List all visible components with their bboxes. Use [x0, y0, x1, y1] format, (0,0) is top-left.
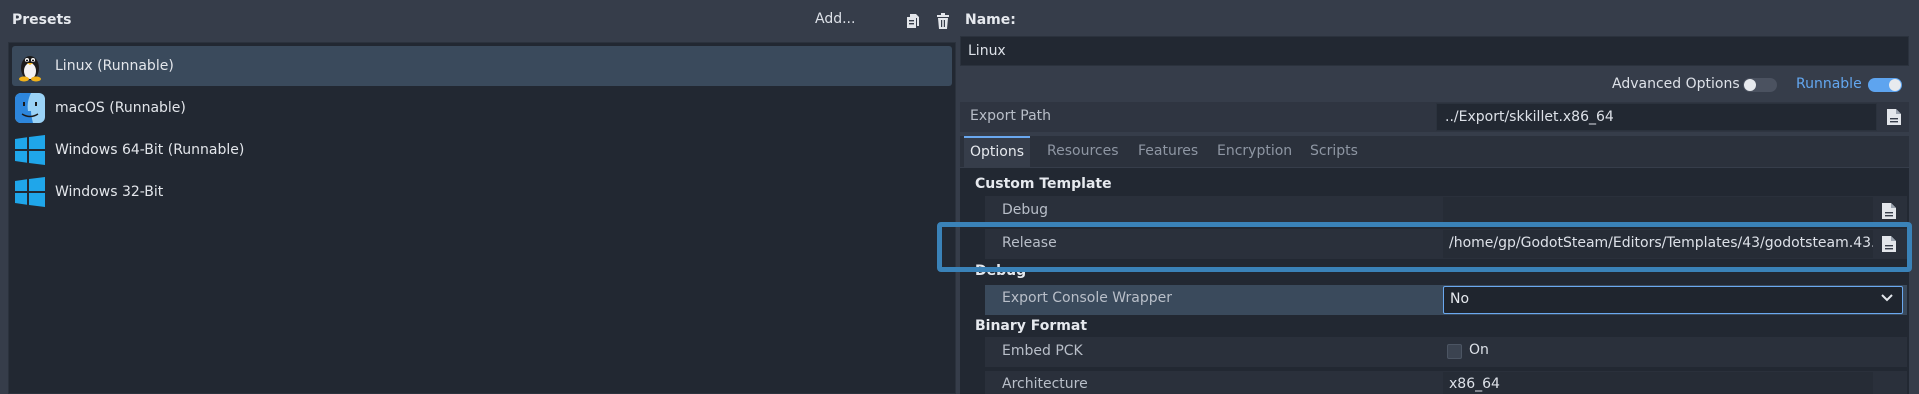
windows-icon [14, 134, 46, 166]
tab-encryption[interactable]: Encryption [1211, 136, 1298, 167]
preset-item-windows-32[interactable]: Windows 32-Bit [12, 172, 952, 212]
export-console-wrapper-select[interactable]: No [1443, 286, 1903, 314]
embed-pck-label: Embed PCK [1002, 343, 1083, 359]
tab-resources[interactable]: Resources [1041, 136, 1125, 167]
chevron-down-icon[interactable] [1880, 291, 1894, 309]
tab-options[interactable]: Options [964, 136, 1031, 169]
file-browse-icon[interactable] [1878, 200, 1900, 222]
macos-icon [14, 92, 46, 124]
duplicate-icon[interactable] [904, 12, 922, 30]
preset-item-linux[interactable]: Linux (Runnable) [12, 46, 952, 86]
windows-icon [14, 176, 46, 208]
preset-list: Linux (Runnable) macOS (Runnable) Window… [8, 42, 956, 394]
embed-pck-checkbox[interactable] [1447, 344, 1462, 359]
name-input[interactable]: Linux [960, 36, 1909, 66]
release-template-label: Release [1002, 235, 1057, 251]
name-label: Name: [965, 12, 1016, 28]
preset-item-windows-64[interactable]: Windows 64-Bit (Runnable) [12, 130, 952, 170]
trash-icon[interactable] [934, 12, 952, 30]
export-path-input[interactable]: ../Export/skkillet.x86_64 [1436, 103, 1877, 131]
preset-label: Windows 32-Bit [55, 184, 164, 200]
section-binary-format: Binary Format [975, 318, 1088, 334]
tab-features[interactable]: Features [1132, 136, 1204, 167]
tab-scripts[interactable]: Scripts [1304, 136, 1364, 167]
runnable-label: Runnable [1796, 76, 1862, 92]
export-console-wrapper-label: Export Console Wrapper [1002, 290, 1172, 306]
debug-template-input[interactable] [1443, 197, 1873, 225]
architecture-label: Architecture [1002, 376, 1088, 392]
preset-item-macos[interactable]: macOS (Runnable) [12, 88, 952, 128]
file-browse-icon[interactable] [1878, 233, 1900, 255]
preset-label: Linux (Runnable) [55, 58, 174, 74]
preset-label: Windows 64-Bit (Runnable) [55, 142, 245, 158]
file-browse-icon[interactable] [1883, 106, 1905, 128]
section-debug: Debug [975, 263, 1027, 279]
debug-template-label: Debug [1002, 202, 1049, 218]
linux-icon [14, 50, 46, 82]
add-preset-button[interactable]: Add... [815, 11, 855, 27]
presets-title: Presets [12, 12, 72, 28]
release-template-input[interactable]: /home/gp/GodotSteam/Editors/Templates/43… [1443, 230, 1873, 258]
section-custom-template: Custom Template [975, 176, 1112, 192]
presets-header [0, 0, 955, 42]
export-path-label: Export Path [970, 108, 1052, 124]
preset-label: macOS (Runnable) [55, 100, 186, 116]
architecture-select[interactable]: x86_64 [1443, 372, 1873, 394]
advanced-options-label: Advanced Options [1612, 76, 1740, 92]
embed-pck-value: On [1469, 342, 1489, 358]
runnable-toggle[interactable] [1868, 78, 1902, 92]
advanced-options-toggle[interactable] [1743, 78, 1777, 92]
embed-pck-row [985, 337, 1907, 367]
